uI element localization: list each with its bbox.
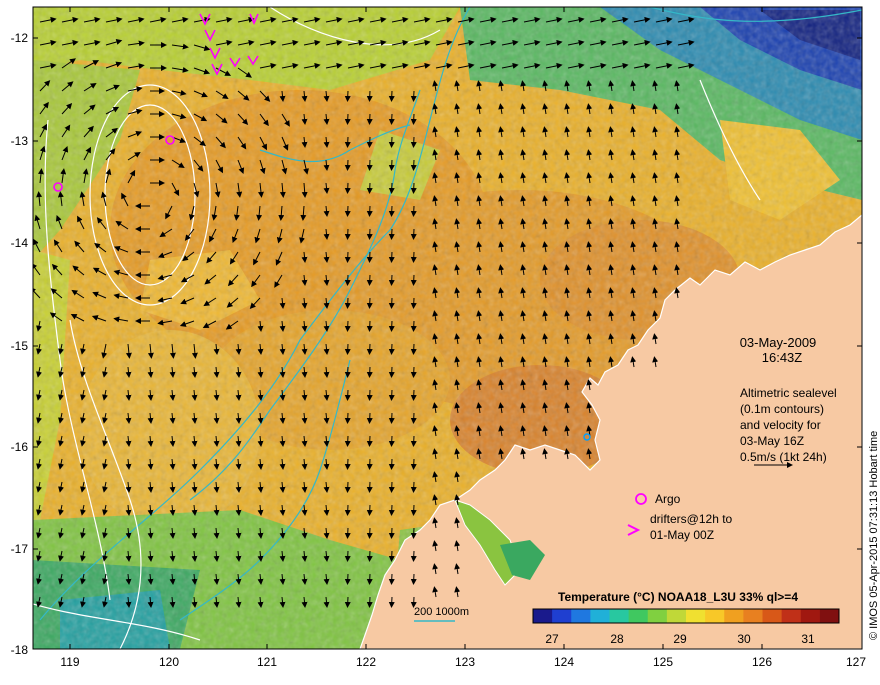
lon-tick: 126 xyxy=(752,655,772,669)
altimetry-line: and velocity for xyxy=(740,418,821,432)
plot-area: 03-May-2009 16:43Z Altimetric sealevel (… xyxy=(20,7,862,649)
lon-tick: 122 xyxy=(356,655,376,669)
colorbar-swatch xyxy=(629,609,649,623)
colorbar-swatch xyxy=(763,609,783,623)
colorbar-tick: 31 xyxy=(801,632,815,646)
colorbar-swatch xyxy=(686,609,706,623)
colorbar-title: Temperature (°C) NOAA18_L3U 33% ql>=4 xyxy=(558,590,798,604)
drifters-line: 01-May 00Z xyxy=(650,528,714,542)
colorbar-swatch xyxy=(667,609,687,623)
colorbar-swatch xyxy=(801,609,821,623)
altimetry-line: (0.1m contours) xyxy=(740,402,824,416)
colorbar-swatch xyxy=(724,609,744,623)
lon-tick: 124 xyxy=(554,655,574,669)
altimetry-line: 03-May 16Z xyxy=(740,434,804,448)
colorbar-tick: 28 xyxy=(610,632,624,646)
lat-tick: -16 xyxy=(11,440,29,454)
altimetry-line: 0.5m/s (1kt 24h) xyxy=(740,450,827,464)
colorbar-swatch xyxy=(743,609,763,623)
lon-tick: 127 xyxy=(846,655,866,669)
lon-tick: 120 xyxy=(159,655,179,669)
colorbar-swatch xyxy=(533,609,553,623)
lat-tick: -18 xyxy=(11,643,29,657)
colorbar-swatch xyxy=(610,609,630,623)
lat-tick: -13 xyxy=(11,134,29,148)
lon-tick: 121 xyxy=(257,655,277,669)
argo-label: Argo xyxy=(655,492,681,506)
sst-map: 03-May-2009 16:43Z Altimetric sealevel (… xyxy=(0,0,880,680)
lat-axis: -12 -13 -14 -15 -16 -17 -18 xyxy=(11,31,29,657)
colorbar xyxy=(533,609,840,623)
colorbar-swatch xyxy=(648,609,668,623)
lon-tick: 123 xyxy=(455,655,475,669)
bathymetry-label: 200 1000m xyxy=(414,606,469,618)
map-date: 03-May-2009 xyxy=(740,335,817,350)
colorbar-swatch xyxy=(571,609,591,623)
lon-axis: 119 120 121 122 123 124 125 126 127 xyxy=(60,655,866,669)
altimetry-line: Altimetric sealevel xyxy=(740,386,837,400)
colorbar-swatch xyxy=(552,609,572,623)
lat-tick: -17 xyxy=(11,542,29,556)
colorbar-swatch xyxy=(705,609,725,623)
colorbar-tick: 27 xyxy=(545,632,559,646)
credit-text: © IMOS 05-Apr-2015 07:31:13 Hobart time xyxy=(868,431,880,640)
lat-tick: -14 xyxy=(11,236,29,250)
map-canvas: 03-May-2009 16:43Z Altimetric sealevel (… xyxy=(0,0,880,680)
colorbar-tick: 29 xyxy=(673,632,687,646)
colorbar-tick: 30 xyxy=(737,632,751,646)
lat-tick: -15 xyxy=(11,339,29,353)
colorbar-swatch xyxy=(590,609,610,623)
map-time: 16:43Z xyxy=(762,350,803,365)
colorbar-swatch xyxy=(820,609,840,623)
colorbar-swatch xyxy=(782,609,802,623)
lon-tick: 119 xyxy=(60,655,79,669)
lon-tick: 125 xyxy=(653,655,673,669)
drifters-line: drifters@12h to xyxy=(650,512,733,526)
lat-tick: -12 xyxy=(11,31,29,45)
